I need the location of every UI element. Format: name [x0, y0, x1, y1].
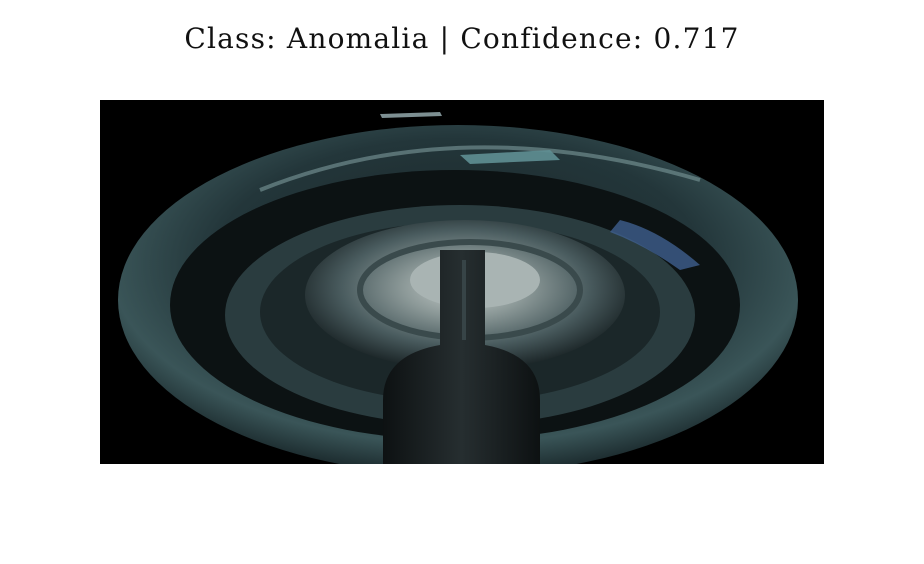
- figure-title: Class: Anomalia | Confidence: 0.717: [184, 22, 740, 55]
- insulator-photo-illustration: [118, 112, 798, 464]
- pin-top: [380, 112, 442, 118]
- stem-highlight: [462, 260, 466, 340]
- insulator-image: [100, 100, 824, 464]
